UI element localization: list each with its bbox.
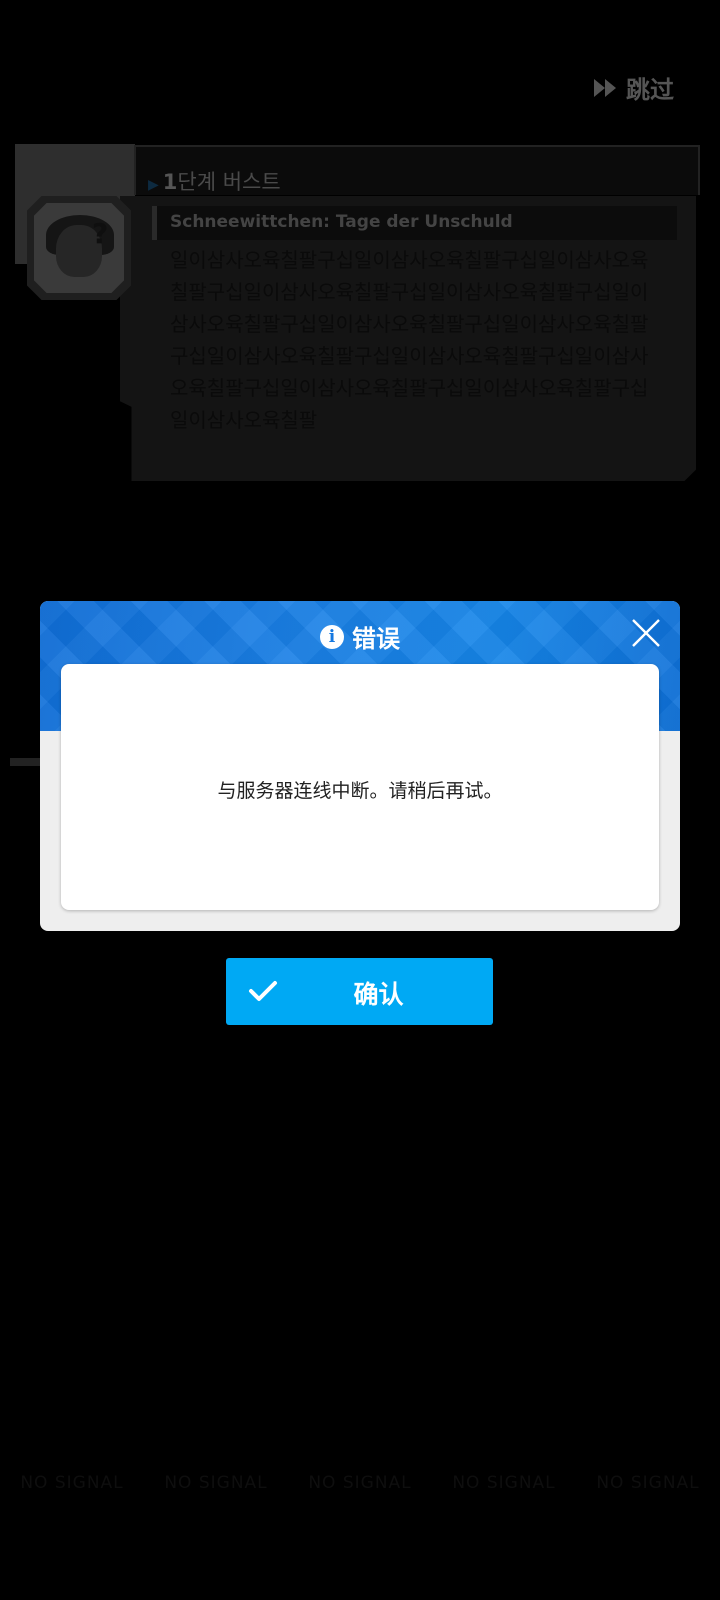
no-signal-label: NO SIGNAL [452,1473,556,1493]
dialog-title-text: 错误 [352,625,400,653]
no-signal-label: NO SIGNAL [596,1473,700,1493]
divider [10,758,42,766]
dialog-body: 与服务器连线中断。请稍后再试。 [61,664,659,910]
skill-description: 일이삼사오육칠팔구십일이삼사오육칠팔구십일이삼사오육칠팔구십일이삼사오육칠팔구십… [170,248,649,432]
skip-button[interactable]: 跳过 [594,70,674,105]
error-dialog: i 错误 与服务器连线中断。请稍后再试。 [40,601,680,931]
confirm-button[interactable]: 确认 [226,958,493,1025]
dialog-title: i 错误 [40,619,680,654]
character-portrait: ? [27,196,131,300]
close-icon[interactable] [629,616,663,650]
skip-label: 跳过 [626,76,674,104]
question-mark-icon: ? [92,217,109,250]
skill-stage-label: ▶ 1단계 버스트 [148,170,281,194]
no-signal-label: NO SIGNAL [164,1473,268,1493]
skill-name: Schneewittchen: Tage der Unschuld [170,212,513,232]
info-icon: i [320,624,344,649]
fast-forward-icon [594,78,616,97]
confirm-label: 确认 [353,980,404,1009]
no-signal-label: NO SIGNAL [20,1473,124,1493]
no-signal-label: NO SIGNAL [308,1473,412,1493]
triangle-marker-icon: ▶ [148,177,159,193]
error-message: 与服务器连线中断。请稍后再试。 [217,780,503,802]
status-footer: NO SIGNAL NO SIGNAL NO SIGNAL NO SIGNAL … [0,1473,720,1493]
